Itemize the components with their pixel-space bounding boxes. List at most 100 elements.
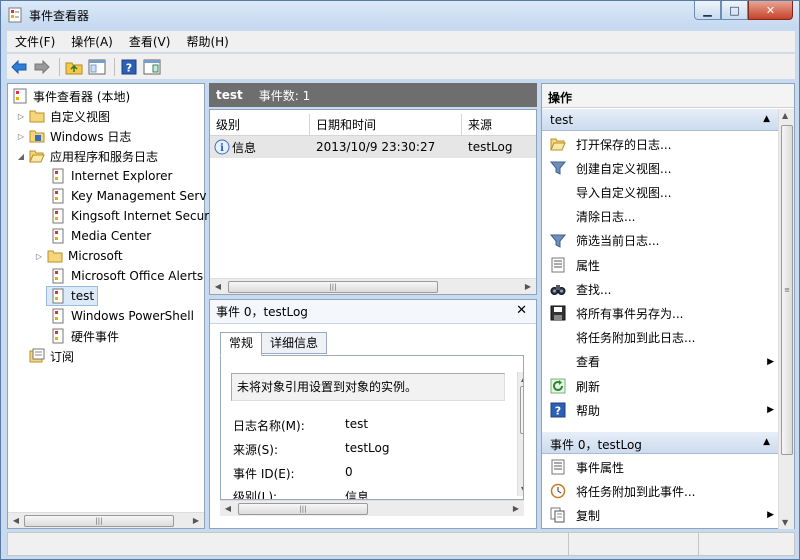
scroll-thumb[interactable]: ||| (24, 515, 174, 527)
action-item[interactable]: ? 帮助 ▶ (550, 399, 778, 421)
maximize-button[interactable]: □ (721, 1, 748, 20)
submenu-arrow-icon: ▶ (767, 356, 774, 367)
show-tree-button[interactable] (87, 57, 107, 77)
scroll-thumb[interactable]: ||| (228, 281, 438, 293)
tree-item-custom-views[interactable]: ▷ 自定义视图 (16, 106, 110, 126)
show-action-pane-button[interactable] (142, 57, 162, 77)
close-button[interactable]: ✕ (748, 1, 793, 20)
action-item[interactable]: 导入自定义视图... (550, 181, 778, 203)
up-folder-button[interactable] (64, 57, 84, 77)
scroll-left-icon[interactable]: ◀ (11, 516, 21, 525)
collapse-arrow-icon[interactable]: ◢ (16, 152, 26, 161)
scroll-thumb[interactable]: ≡ (520, 386, 523, 434)
action-item[interactable]: 打开保存的日志... (550, 133, 778, 155)
actions-section-event[interactable]: 事件 0，testLog ▲ (542, 432, 778, 454)
window-title: 事件查看器 (29, 9, 90, 23)
event-message[interactable]: 未将对象引用设置到对象的实例。 (231, 373, 505, 401)
action-label: 复制 (576, 508, 601, 523)
tree-item-office-alerts[interactable]: Microsoft Office Alerts (50, 266, 203, 286)
column-level[interactable]: 级别 (210, 114, 310, 136)
actions-section-test[interactable]: test ▲ (542, 109, 778, 131)
action-item[interactable]: 事件属性 (550, 456, 778, 478)
tree-item-subscriptions[interactable]: 订阅 (29, 346, 74, 366)
menu-file[interactable]: 文件(F) (7, 33, 63, 50)
back-arrow-icon (11, 59, 27, 74)
menu-bar: 文件(F) 操作(A) 查看(V) 帮助(H) (7, 31, 795, 52)
tree-item-label: Microsoft (68, 249, 123, 263)
scroll-left-icon[interactable]: ◀ (223, 504, 233, 513)
scroll-right-icon[interactable]: ▶ (523, 282, 533, 291)
action-item[interactable]: 将任务附加到此事件... (550, 480, 778, 502)
detail-horizontal-scrollbar[interactable]: ◀ ||| ▶ (220, 500, 524, 516)
tree-item-test[interactable]: test (46, 286, 99, 306)
column-datetime[interactable]: 日期和时间 (310, 114, 462, 136)
close-detail-button[interactable]: ✕ (516, 303, 527, 318)
scroll-left-icon[interactable]: ◀ (213, 282, 223, 291)
action-item[interactable]: 筛选当前日志... (550, 230, 778, 252)
tab-general[interactable]: 常规 (220, 332, 263, 356)
filter-icon (550, 160, 566, 176)
action-item[interactable]: 清除日志... (550, 206, 778, 228)
help-toolbar-button[interactable]: ? (119, 57, 139, 77)
column-source[interactable]: 来源 (462, 114, 536, 136)
scroll-thumb[interactable]: ≡ (781, 125, 793, 455)
minimize-button[interactable]: ▁ (694, 1, 721, 20)
tree-horizontal-scrollbar[interactable]: ◀ ||| ▶ (8, 512, 204, 528)
tree-item-powershell[interactable]: Windows PowerShell (50, 306, 194, 326)
properties-icon (550, 459, 566, 475)
tree-item-hardware-events[interactable]: 硬件事件 (50, 326, 119, 346)
tree-item-label: 事件查看器 (本地) (33, 89, 131, 104)
tree-item-root[interactable]: 事件查看器 (本地) (12, 86, 130, 106)
scroll-right-icon[interactable]: ▶ (511, 504, 521, 513)
scroll-right-icon[interactable]: ▶ (191, 516, 201, 525)
log-icon (52, 268, 64, 284)
expand-arrow-icon[interactable]: ▷ (34, 252, 44, 261)
collapse-section-icon[interactable]: ▲ (763, 114, 770, 124)
tree-item-media-center[interactable]: Media Center (50, 226, 151, 246)
tree-item-label: Windows 日志 (50, 129, 132, 144)
field-value: testLog (345, 441, 390, 455)
action-item[interactable]: 属性 (550, 254, 778, 276)
tree-item-key-management[interactable]: Key Management Serv (50, 186, 206, 206)
action-label: 帮助 (576, 403, 601, 418)
forward-button[interactable] (32, 57, 52, 77)
list-horizontal-scrollbar[interactable]: ◀ ||| ▶ (210, 278, 536, 294)
tree-item-kingsoft[interactable]: Kingsoft Internet Secur (50, 206, 209, 226)
actions-vertical-scrollbar[interactable]: ▲ ≡ ▼ (778, 109, 794, 529)
folder-open-icon (550, 136, 566, 152)
tree-item-windows-logs[interactable]: ▷ Windows 日志 (16, 126, 131, 146)
detail-vertical-scrollbar[interactable]: ▲ ≡ ▼ (517, 372, 523, 496)
action-item[interactable]: 刷新 (550, 375, 778, 397)
tab-details[interactable]: 详细信息 (261, 332, 328, 354)
expand-arrow-icon[interactable]: ▷ (16, 112, 26, 121)
log-icon (52, 328, 64, 344)
scroll-down-icon[interactable]: ▼ (782, 518, 788, 527)
svg-text:?: ? (126, 61, 132, 74)
collapse-section-icon[interactable]: ▲ (763, 437, 770, 447)
scroll-up-icon[interactable]: ▲ (782, 111, 788, 120)
svg-text:i: i (220, 143, 224, 154)
scroll-down-icon[interactable]: ▼ (521, 485, 523, 494)
action-item[interactable]: 将任务附加到此日志... (550, 327, 778, 349)
folder-open-icon (29, 150, 45, 163)
action-item[interactable]: 创建自定义视图... (550, 157, 778, 179)
action-item[interactable]: 将所有事件另存为... (550, 302, 778, 324)
tree-item-app-service-logs[interactable]: ◢ 应用程序和服务日志 (16, 146, 158, 166)
tree-item-microsoft[interactable]: ▷ Microsoft (34, 246, 123, 266)
table-row[interactable]: i 信息 2013/10/9 23:30:27 testLog (210, 136, 536, 158)
field-label: 日志名称(M): (233, 419, 305, 433)
menu-action[interactable]: 操作(A) (63, 33, 121, 50)
title-bar[interactable]: 事件查看器 ▁ □ ✕ (1, 1, 799, 29)
tree-item-internet-explorer[interactable]: Internet Explorer (50, 166, 172, 186)
action-item[interactable]: 查找... (550, 278, 778, 300)
menu-view[interactable]: 查看(V) (121, 33, 179, 50)
menu-help[interactable]: 帮助(H) (178, 33, 236, 50)
expand-arrow-icon[interactable]: ▷ (16, 132, 26, 141)
scroll-up-icon[interactable]: ▲ (521, 374, 523, 383)
scroll-thumb[interactable]: ||| (238, 503, 368, 515)
log-icon (52, 288, 64, 304)
back-button[interactable] (9, 57, 29, 77)
action-item[interactable]: 查看 ▶ (550, 351, 778, 373)
action-item[interactable]: 复制 ▶ (550, 504, 778, 526)
log-header: test 事件数: 1 (209, 83, 537, 107)
